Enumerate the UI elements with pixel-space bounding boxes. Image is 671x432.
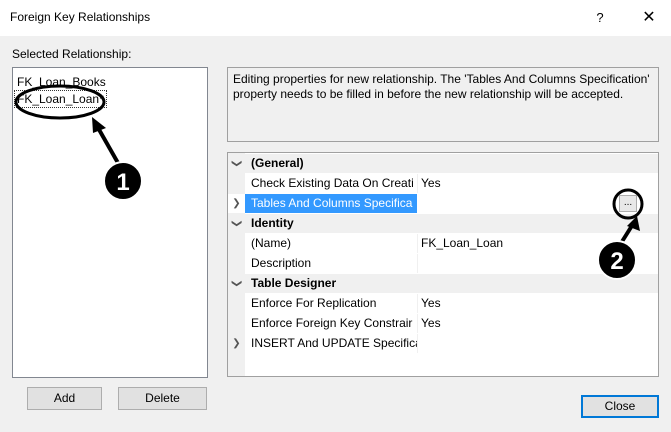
callout-1-arrow-head bbox=[92, 117, 106, 133]
callout-2-badge: 2 bbox=[597, 240, 637, 280]
callout-1-ellipse bbox=[14, 84, 106, 120]
callout-2-circle bbox=[612, 188, 644, 220]
annotation-overlay bbox=[14, 84, 644, 250]
callout-1-badge: 1 bbox=[103, 161, 143, 201]
